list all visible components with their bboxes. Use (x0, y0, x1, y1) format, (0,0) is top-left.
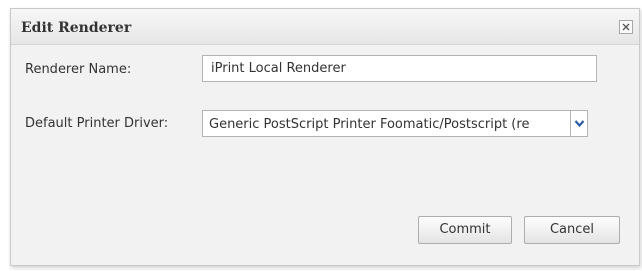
commit-button[interactable]: Commit (418, 216, 512, 244)
cancel-button[interactable]: Cancel (524, 216, 620, 244)
printer-driver-select[interactable]: Generic PostScript Printer Foomatic/Post… (202, 110, 570, 137)
close-icon[interactable] (619, 20, 633, 34)
dialog-titlebar[interactable]: Edit Renderer (11, 9, 639, 45)
default-printer-driver-label: Default Printer Driver: (25, 116, 169, 131)
dialog-title: Edit Renderer (21, 20, 132, 36)
renderer-name-input[interactable] (202, 55, 597, 82)
printer-driver-selected-value: Generic PostScript Printer Foomatic/Post… (209, 117, 530, 132)
renderer-name-label: Renderer Name: (25, 62, 132, 77)
chevron-down-icon[interactable] (570, 110, 588, 137)
